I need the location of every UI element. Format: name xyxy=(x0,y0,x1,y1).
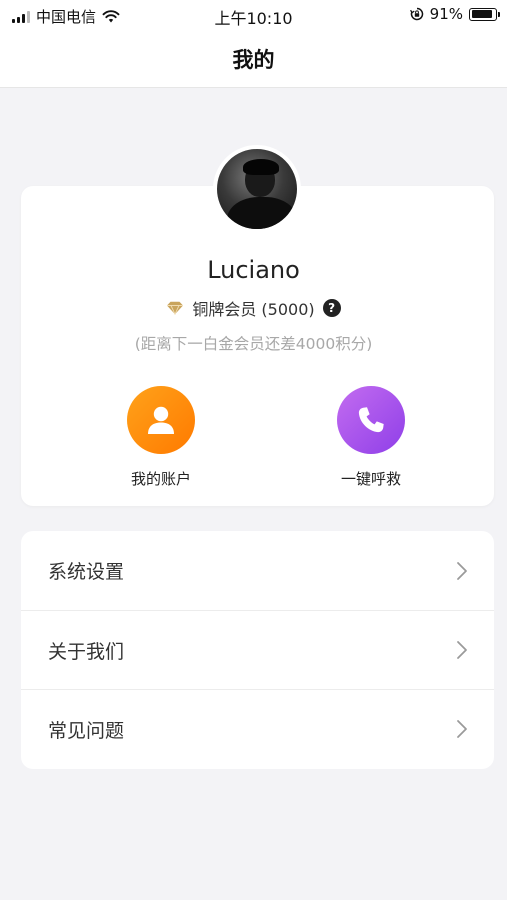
menu-item-label: 关于我们 xyxy=(48,640,125,663)
phone-icon xyxy=(358,407,384,433)
avatar[interactable] xyxy=(213,145,301,233)
battery-icon xyxy=(469,7,500,21)
upgrade-hint: (距离下一白金会员还差4000积分) xyxy=(134,335,373,353)
orientation-lock-icon xyxy=(409,7,423,21)
battery-fill xyxy=(471,10,493,18)
menu-item-label: 系统设置 xyxy=(48,561,125,583)
sos-call-circle[interactable] xyxy=(337,386,405,454)
user-icon xyxy=(148,406,174,434)
avatar-shoulders xyxy=(227,197,297,229)
help-icon[interactable]: ? xyxy=(322,299,341,317)
menu-item-faq[interactable]: 常见问题 xyxy=(21,689,494,768)
menu-card: 系统设置 关于我们 常见问题 xyxy=(21,531,494,769)
nav-header: 我的 xyxy=(0,30,507,88)
username: Luciano xyxy=(207,256,300,284)
my-account-button[interactable]: 我的账户 xyxy=(101,386,221,489)
status-bar-right: 91% xyxy=(409,5,500,23)
sos-call-button[interactable]: 一键呼救 xyxy=(311,386,431,489)
chevron-right-icon xyxy=(457,641,467,659)
diamond-icon xyxy=(167,301,184,315)
menu-item-about-us[interactable]: 关于我们 xyxy=(21,610,494,689)
my-account-label: 我的账户 xyxy=(130,470,191,488)
menu-item-label: 常见问题 xyxy=(48,719,125,742)
sos-call-label: 一键呼救 xyxy=(340,470,401,488)
membership-row: 铜牌会员 (5000) ? xyxy=(0,296,507,320)
chevron-right-icon xyxy=(457,720,467,738)
membership-level: 铜牌会员 (5000) xyxy=(192,300,315,319)
chevron-right-icon xyxy=(457,561,467,580)
menu-item-system-settings[interactable]: 系统设置 xyxy=(21,531,494,610)
status-bar: 中国电信 上午10:10 91% xyxy=(0,0,507,30)
battery-percent: 91% xyxy=(429,5,463,23)
page-title: 我的 xyxy=(232,47,275,72)
my-account-circle[interactable] xyxy=(127,386,195,454)
avatar-hair xyxy=(243,159,279,175)
